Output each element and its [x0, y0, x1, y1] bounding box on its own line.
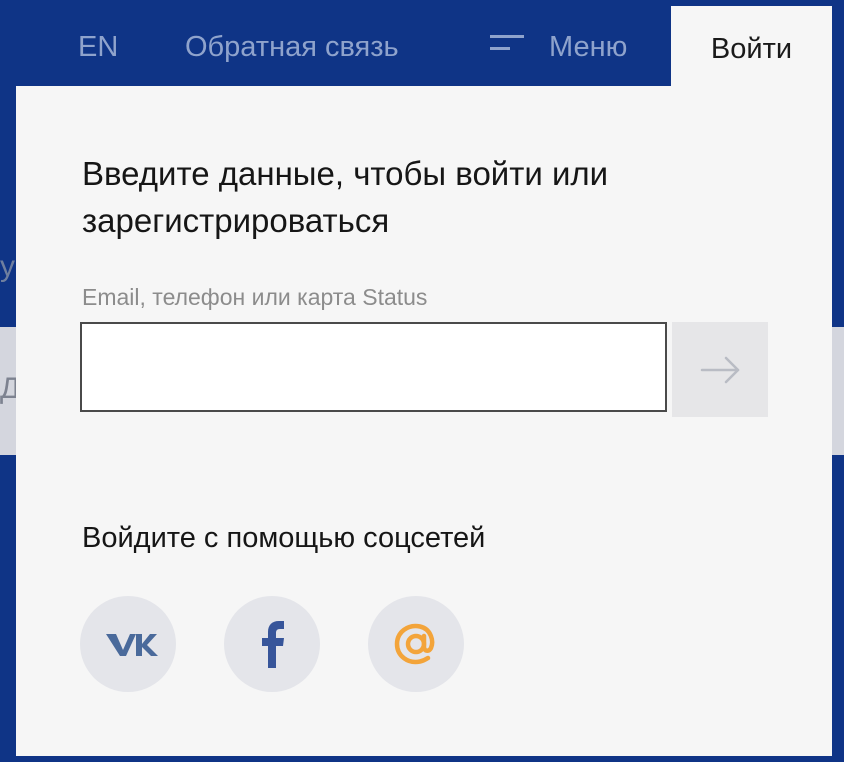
feedback-link[interactable]: Обратная связь [185, 28, 399, 66]
mailru-icon [394, 623, 435, 665]
facebook-login-button[interactable] [224, 596, 320, 692]
submit-button[interactable] [672, 322, 768, 417]
vk-icon [106, 634, 158, 656]
login-tab-label: Войти [710, 33, 793, 65]
social-login-title: Войдите с помощью соцсетей [82, 522, 486, 554]
mailru-login-button[interactable] [368, 596, 464, 692]
login-panel: Введите данные, чтобы войти или зарегист… [16, 86, 832, 756]
facebook-icon [262, 621, 284, 668]
login-input[interactable] [80, 322, 667, 412]
language-switch[interactable]: EN [78, 28, 118, 66]
top-navigation: EN Обратная связь Меню Войти [0, 0, 844, 92]
arrow-right-icon [700, 356, 740, 384]
login-field-label: Email, телефон или карта Status [82, 284, 428, 310]
menu-button[interactable]: Меню [549, 28, 627, 66]
login-panel-title: Введите данные, чтобы войти или зарегист… [82, 155, 609, 239]
menu-icon[interactable] [490, 35, 524, 53]
vk-login-button[interactable] [80, 596, 176, 692]
login-tab[interactable]: Войти [671, 6, 832, 92]
background-glyph: у [0, 250, 15, 283]
